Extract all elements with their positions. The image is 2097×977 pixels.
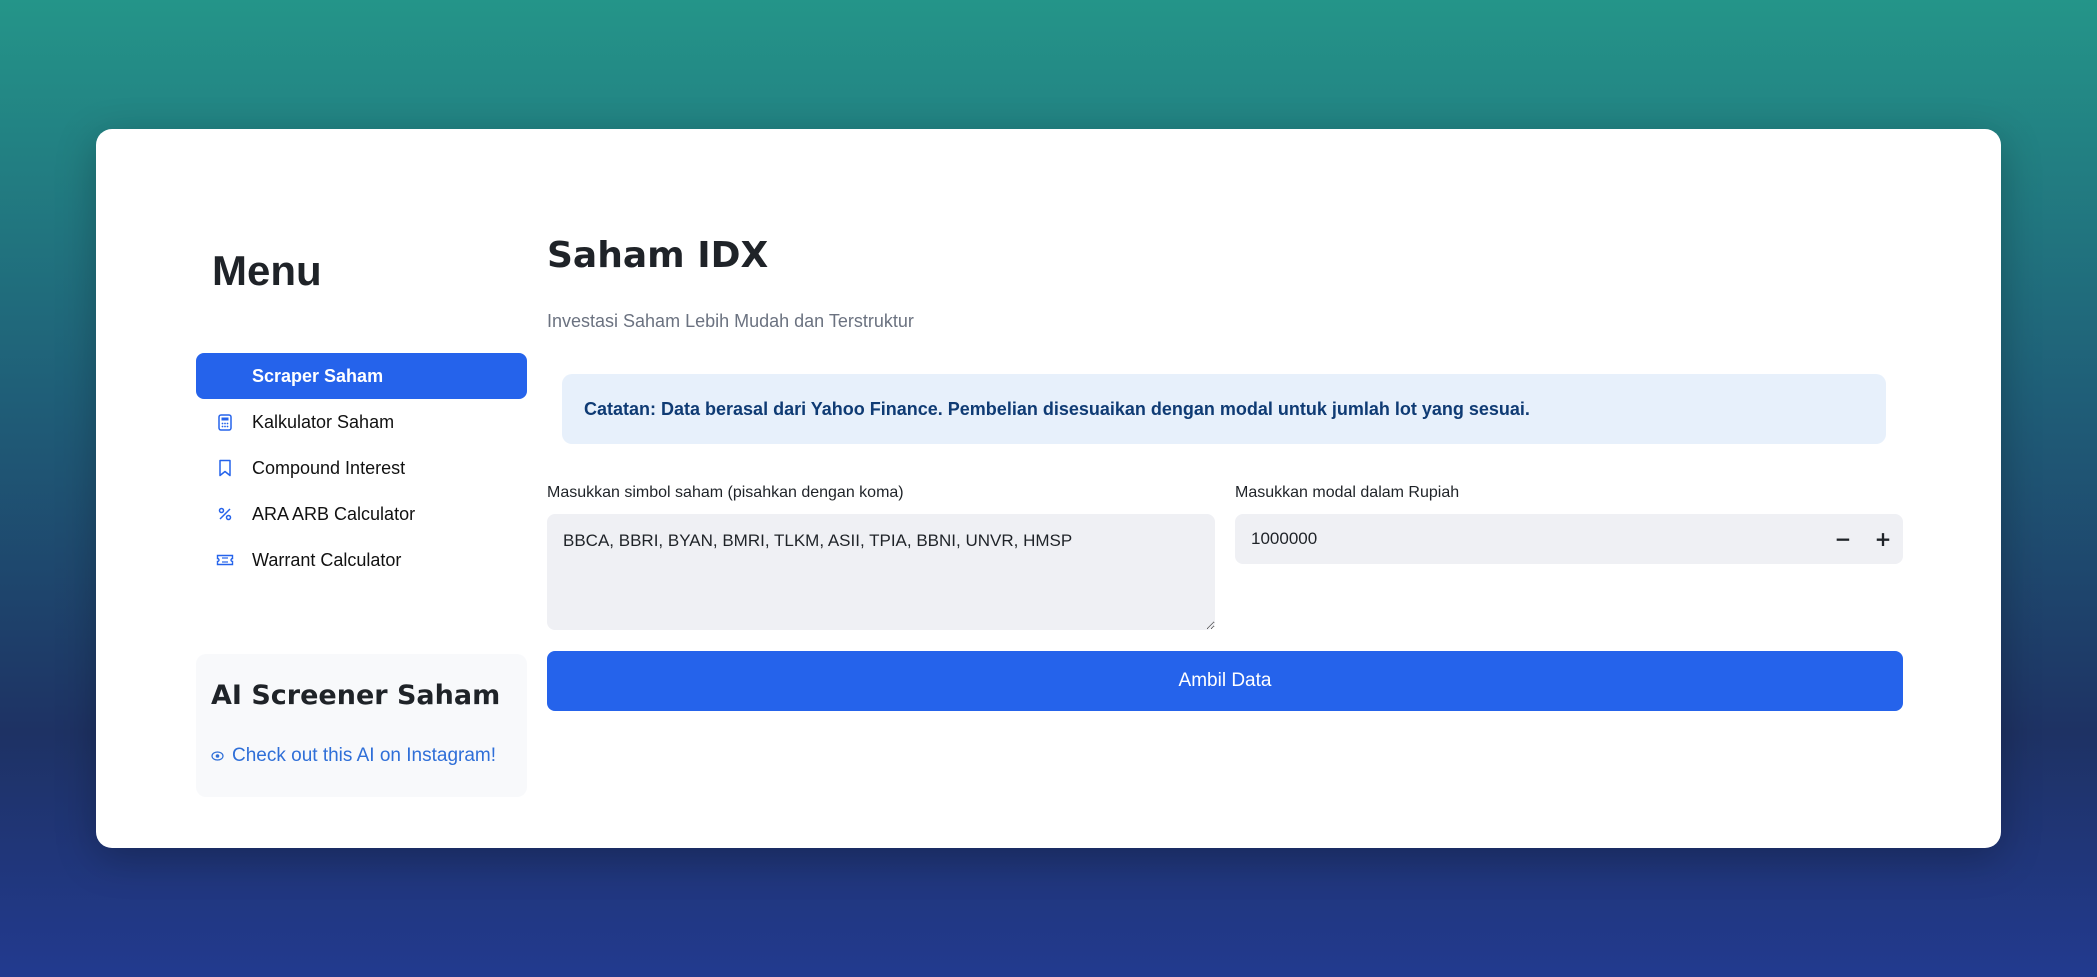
capital-input[interactable] (1235, 514, 1823, 564)
symbols-textarea[interactable]: BBCA, BBRI, BYAN, BMRI, TLKM, ASII, TPIA… (547, 514, 1215, 630)
page-title: Saham IDX (547, 235, 769, 276)
info-alert: Catatan: Data berasal dari Yahoo Finance… (562, 374, 1886, 444)
bookmark-icon (216, 459, 234, 477)
instagram-link[interactable]: Check out this AI on Instagram! (211, 745, 512, 767)
calculator-icon (216, 413, 234, 431)
instagram-link-label: Check out this AI on Instagram! (232, 745, 497, 766)
increment-button[interactable]: + (1863, 514, 1903, 564)
page-subtitle: Investasi Saham Lebih Mudah dan Terstruk… (547, 311, 914, 331)
percent-icon (216, 505, 234, 523)
promo-title: AI Screener Saham (211, 680, 501, 711)
app-card: Menu ▤ Scraper Saham Kalkulator Saham Co… (96, 129, 2001, 848)
sidebar-title: Menu (212, 247, 322, 294)
capital-stepper: − + (1235, 514, 1903, 564)
sidebar-item-label: ARA ARB Calculator (252, 503, 416, 524)
sidebar-item-warrant-calculator[interactable]: Warrant Calculator (196, 537, 527, 583)
ambil-data-button[interactable]: Ambil Data (547, 651, 1903, 711)
symbols-label: Masukkan simbol saham (pisahkan dengan k… (547, 484, 904, 501)
capital-label: Masukkan modal dalam Rupiah (1235, 484, 1460, 501)
decrement-button[interactable]: − (1823, 514, 1863, 564)
sidebar-item-scraper-saham[interactable]: ▤ Scraper Saham (196, 353, 527, 399)
sidebar-item-label: Warrant Calculator (252, 549, 402, 570)
eye-icon (211, 749, 224, 764)
sidebar-item-compound-interest[interactable]: Compound Interest (196, 445, 527, 491)
sidebar-item-kalkulator-saham[interactable]: Kalkulator Saham (196, 399, 527, 445)
info-alert-text: Catatan: Data berasal dari Yahoo Finance… (584, 398, 1530, 419)
sidebar-item-label: Compound Interest (252, 457, 406, 478)
sidebar-item-label: Scraper Saham (252, 365, 384, 386)
sidebar-item-ara-arb-calculator[interactable]: ARA ARB Calculator (196, 491, 527, 537)
sidebar-item-label: Kalkulator Saham (252, 411, 395, 432)
promo-card: AI Screener Saham Check out this AI on I… (196, 654, 527, 797)
sidebar-nav: ▤ Scraper Saham Kalkulator Saham Compoun… (196, 353, 527, 583)
ticket-icon (216, 551, 234, 569)
